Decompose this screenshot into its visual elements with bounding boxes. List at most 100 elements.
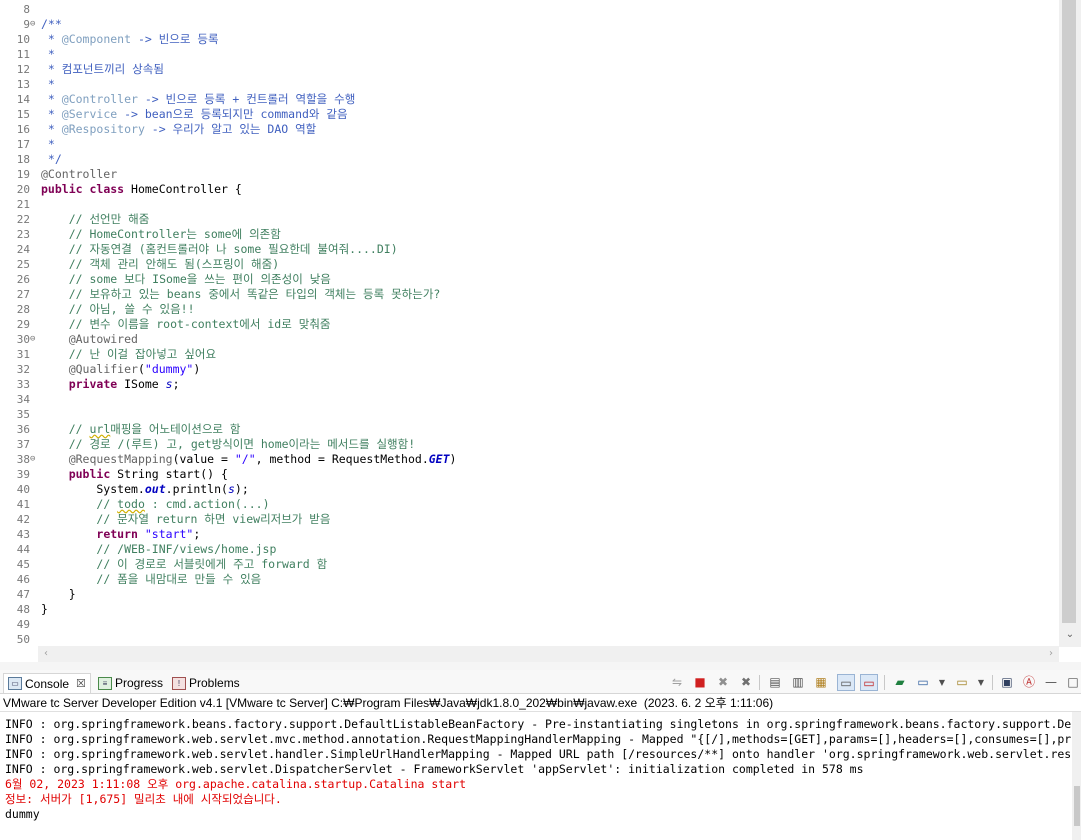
line-number: 21: [16, 198, 30, 211]
display-console-icon[interactable]: ▭: [914, 674, 932, 691]
line-number: 11: [16, 48, 30, 61]
console-scroll-thumb[interactable]: [1074, 786, 1080, 826]
code-line[interactable]: public String start() {: [41, 467, 228, 482]
minimize-icon[interactable]: —: [1042, 674, 1060, 691]
toolbar-divider: [759, 675, 760, 690]
code-line[interactable]: // 난 이걸 잡아넣고 싶어요: [41, 347, 216, 362]
scroll-down-arrow-icon[interactable]: ⌄: [1062, 628, 1078, 642]
code-line[interactable]: */: [41, 152, 62, 167]
line-number: 18: [16, 153, 30, 166]
chevron-down-icon[interactable]: ▼: [972, 674, 990, 691]
code-line[interactable]: *: [41, 47, 55, 62]
code-line[interactable]: @Autowired: [41, 332, 138, 347]
scroll-lock-icon[interactable]: ▥: [789, 674, 807, 691]
code-line[interactable]: // 자동연결 (홈컨트롤러야 나 some 필요한데 불여줘....DI): [41, 242, 398, 257]
code-line[interactable]: // url매핑을 어노테이션으로 함: [41, 422, 241, 437]
code-line[interactable]: // 변수 이름을 root-context에서 id로 맞춰줌: [41, 317, 331, 332]
code-line[interactable]: /**: [41, 17, 62, 32]
console-line: INFO : org.springframework.beans.factory…: [5, 717, 1072, 731]
code-line[interactable]: // 객체 관리 안해도 됨(스프링이 해줌): [41, 257, 279, 272]
line-number: 22: [16, 213, 30, 226]
code-line[interactable]: // 선언만 해줌: [41, 212, 150, 227]
line-number: 12: [16, 63, 30, 76]
close-icon[interactable]: ☒: [76, 674, 86, 694]
tab-console-label: Console: [25, 676, 70, 691]
code-line[interactable]: *: [41, 77, 55, 92]
editor-horizontal-scrollbar[interactable]: [38, 646, 1059, 662]
panel-tab-bar: ▭ Console ☒ ≡ Progress ! Problems ⇋ ■ ✖ …: [0, 670, 1081, 694]
code-line[interactable]: // 이 경로로 서블릿에게 주고 forward 함: [41, 557, 327, 572]
line-number: 41: [16, 498, 30, 511]
code-line[interactable]: // /WEB-INF/views/home.jsp: [41, 542, 276, 557]
code-line[interactable]: }: [41, 587, 76, 602]
remove-launch-icon[interactable]: ✖: [714, 674, 732, 691]
code-line[interactable]: return "start";: [41, 527, 200, 542]
pin-console-icon[interactable]: ▰: [891, 674, 909, 691]
tab-problems[interactable]: ! Problems: [172, 673, 240, 693]
word-wrap-icon[interactable]: ▦: [812, 674, 830, 691]
editor-scroll-thumb[interactable]: [1062, 0, 1076, 623]
scroll-right-arrow-icon[interactable]: ›: [1043, 646, 1059, 662]
spring-boot-icon[interactable]: Ⓐ: [1020, 674, 1038, 691]
clear-console-icon[interactable]: ▤: [766, 674, 784, 691]
chevron-down-icon[interactable]: ▼: [933, 674, 951, 691]
code-line[interactable]: public class HomeController {: [41, 182, 242, 197]
code-line[interactable]: * @Respository -> 우리가 알고 있는 DAO 역할: [41, 122, 316, 137]
code-line[interactable]: @Qualifier("dummy"): [41, 362, 201, 377]
code-line[interactable]: @Controller: [41, 167, 117, 182]
maximize-icon[interactable]: □: [1064, 674, 1081, 691]
tab-progress-label: Progress: [115, 676, 164, 690]
open-console-icon[interactable]: ▭: [953, 674, 971, 691]
line-number: 29: [16, 318, 30, 331]
code-editor[interactable]: 8 9 ⊖/** 10 * @Component -> 빈으로 등록 11 * 12 * …: [0, 0, 1081, 662]
code-line[interactable]: * @Controller -> 빈으로 등록 + 컨트롤러 역할을 수행: [41, 92, 355, 107]
code-line[interactable]: // 아님, 쓸 수 있음!!: [41, 302, 195, 317]
line-number: 35: [16, 408, 30, 421]
line-number: 17: [16, 138, 30, 151]
panel-sash[interactable]: [0, 662, 1081, 670]
console-icon: ▭: [8, 677, 22, 690]
code-line[interactable]: * @Component -> 빈으로 등록: [41, 32, 219, 47]
line-number: 38: [16, 453, 30, 466]
line-number: 44: [16, 543, 30, 556]
fold-toggle-icon[interactable]: ⊖: [30, 452, 40, 467]
show-on-stdout-icon[interactable]: ▭: [837, 674, 855, 691]
code-line[interactable]: private ISome s;: [41, 377, 180, 392]
console-line: 6월 02, 2023 1:11:08 오후 org.apache.catali…: [5, 777, 467, 791]
line-number: 49: [16, 618, 30, 631]
line-number: 16: [16, 123, 30, 136]
code-line[interactable]: System.out.println(s);: [41, 482, 248, 497]
code-line[interactable]: }: [41, 602, 48, 617]
line-number: 13: [16, 78, 30, 91]
code-line[interactable]: // 경로 /(루트) 고, get방식이면 home이라는 메서드를 실행함!: [41, 437, 415, 452]
code-line[interactable]: // HomeController는 some에 의존함: [41, 227, 281, 242]
tab-progress[interactable]: ≡ Progress: [98, 673, 163, 693]
line-number: 31: [16, 348, 30, 361]
line-number: 32: [16, 363, 30, 376]
fold-toggle-icon[interactable]: ⊖: [30, 17, 40, 32]
scroll-left-arrow-icon[interactable]: ‹: [38, 646, 54, 662]
tab-console[interactable]: ▭ Console ☒: [3, 673, 91, 693]
code-line[interactable]: // some 보다 ISome을 쓰는 편이 의존성이 낮음: [41, 272, 331, 287]
console-output[interactable]: INFO : org.springframework.beans.factory…: [0, 712, 1072, 840]
code-line[interactable]: // todo : cmd.action(...): [41, 497, 269, 512]
line-number: 19: [16, 168, 30, 181]
unpin-icon[interactable]: ⇋: [668, 674, 686, 691]
line-number: 42: [16, 513, 30, 526]
console-line: INFO : org.springframework.web.servlet.h…: [5, 747, 1072, 761]
line-number: 23: [16, 228, 30, 241]
console-line: 정보: 서버가 [1,675] 밀리초 내에 시작되었습니다.: [5, 792, 282, 806]
terminate-icon[interactable]: ■: [691, 674, 709, 691]
code-line[interactable]: * @Service -> bean으로 등록되지만 command와 같음: [41, 107, 348, 122]
code-line[interactable]: @RequestMapping(value = "/", method = Re…: [41, 452, 457, 467]
code-line[interactable]: // 폼을 내맘대로 만들 수 있음: [41, 572, 261, 587]
view-menu-icon[interactable]: ▣: [998, 674, 1016, 691]
code-line[interactable]: * 컴포넌트끼리 상속됨: [41, 62, 164, 77]
code-line[interactable]: *: [41, 137, 55, 152]
code-line[interactable]: // 문자열 return 하면 view리저브가 받음: [41, 512, 330, 527]
remove-all-terminated-icon[interactable]: ✖: [737, 674, 755, 691]
code-line[interactable]: // 보유하고 있는 beans 중에서 똑같은 타입의 객체는 등록 못하는가…: [41, 287, 441, 302]
show-on-stderr-icon[interactable]: ▭: [860, 674, 878, 691]
line-number: 50: [16, 633, 30, 646]
fold-toggle-icon[interactable]: ⊖: [30, 332, 40, 347]
